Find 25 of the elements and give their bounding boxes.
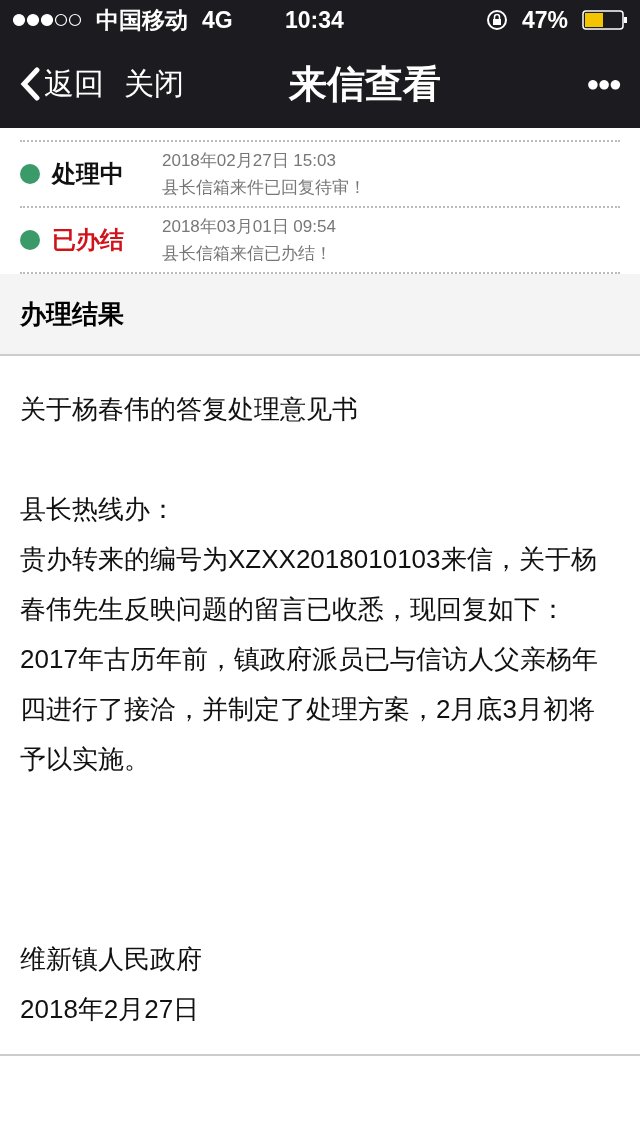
letter-signature: 维新镇人民政府	[20, 943, 203, 976]
battery-icon	[582, 9, 628, 31]
letter-paragraph: 贵办转来的编号为XZXX2018010103来信，关于杨春伟先生反映问题的留言已收悉，现回复如下：	[20, 543, 598, 626]
status-note: 县长信箱来件已回复待审！	[162, 177, 366, 199]
status-label: 处理中	[52, 159, 125, 189]
back-button[interactable]: 返回	[20, 63, 104, 105]
network-type: 4G	[202, 6, 233, 34]
chevron-left-icon	[20, 67, 40, 101]
carrier-name: 中国移动	[96, 5, 188, 35]
letter-date: 2018年2月27日	[20, 993, 201, 1026]
clock-time: 10:34	[283, 6, 345, 34]
letter-salutation: 县长热线办：	[20, 493, 177, 526]
signal-strength-icon	[12, 13, 82, 27]
timestamp: 2018年02月27日 15:03	[162, 150, 337, 172]
battery-percent: 47%	[521, 6, 568, 34]
more-menu-button[interactable]: ●●●	[586, 71, 620, 97]
rotation-lock-icon	[485, 9, 508, 31]
page-title: 来信查看	[288, 61, 443, 107]
letter-paragraph: 2017年古历年前，镇政府派员已与信访人父亲杨年四进行了接洽，并制定了处理方案，2月底3月初将予以实施。	[20, 643, 599, 776]
status-label: 已办结	[52, 225, 125, 255]
status-note: 县长信箱来信已办结！	[162, 243, 333, 265]
timestamp: 2018年03月01日 09:54	[162, 216, 336, 238]
letter-title: 关于杨春伟的答复处理意见书	[20, 393, 359, 426]
section-heading: 办理结果	[0, 274, 640, 356]
close-button[interactable]: 关闭	[124, 63, 184, 105]
